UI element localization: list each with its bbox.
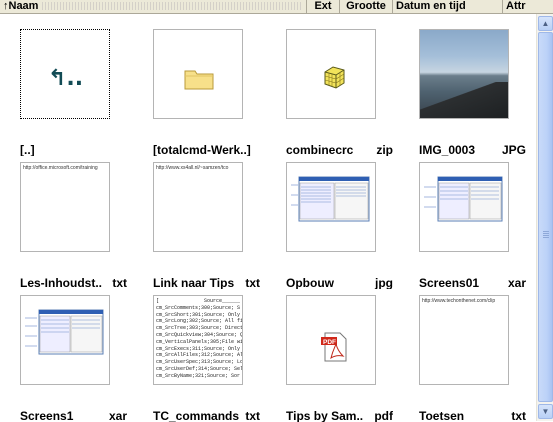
thumbnail <box>286 162 376 252</box>
column-grootte[interactable]: Grootte <box>340 0 393 13</box>
thumbnail <box>419 162 509 252</box>
file-item-link-naar-tips[interactable]: http://www.xs4all.nl/~samzen/tco Link na… <box>133 147 262 289</box>
folder-icon <box>184 70 214 90</box>
file-item-screens01[interactable]: Screens01 xar <box>399 147 528 289</box>
file-item-combinecrc[interactable]: combinecrc zip <box>266 14 395 156</box>
text-preview: [ Source______ cm_SrcComments;300;Source… <box>156 298 243 379</box>
chevron-down-icon: ▼ <box>541 407 550 416</box>
screenshot-preview <box>25 309 104 355</box>
header-fill <box>42 2 303 10</box>
file-item-screens1[interactable]: Screens1 xar <box>0 280 129 422</box>
thumbnail <box>286 29 376 119</box>
column-ext[interactable]: Ext <box>307 0 340 13</box>
updir-icon: ↰.. <box>48 66 84 91</box>
thumbnail: http://office.microsoft.com/training <box>20 162 110 252</box>
thumbnail: [ Source______ cm_SrcComments;300;Source… <box>153 295 243 385</box>
file-item-opbouw[interactable]: Opbouw jpg <box>266 147 395 289</box>
thumbnail-grid: ↰.. [..] [totalcmd-Werk..] combinecrc zip… <box>0 14 536 422</box>
file-item-toetsen[interactable]: http://www.techonthenet.com/clip Toetsen… <box>399 280 528 422</box>
thumbnail <box>419 29 509 119</box>
thumbnail: http://www.techonthenet.com/clip <box>419 295 509 385</box>
file-item-folder[interactable]: [totalcmd-Werk..] <box>133 14 262 156</box>
file-item-img-0003[interactable]: IMG_0003 JPG <box>399 14 528 156</box>
scroll-up-button[interactable]: ▲ <box>538 16 553 31</box>
vertical-scrollbar[interactable]: ▲ ▼ <box>536 14 553 421</box>
text-preview: http://www.techonthenet.com/clip <box>422 298 496 304</box>
file-item-updir[interactable]: ↰.. [..] <box>0 14 129 156</box>
chevron-up-icon: ▲ <box>541 19 550 28</box>
file-item-tc-commands[interactable]: [ Source______ cm_SrcComments;300;Source… <box>133 280 262 422</box>
pdf-icon: PDF <box>321 332 347 362</box>
scroll-down-button[interactable]: ▼ <box>538 404 553 419</box>
column-header: ↑Naam Ext Grootte Datum en tijd Attr <box>0 0 553 14</box>
screenshot-preview <box>424 176 503 222</box>
archive-icon <box>324 66 345 89</box>
scroll-thumb[interactable] <box>538 32 553 402</box>
column-attr[interactable]: Attr <box>503 0 553 13</box>
text-preview: http://www.xs4all.nl/~samzen/tco <box>156 165 229 171</box>
grip-icon <box>543 233 549 234</box>
thumbnail: PDF <box>286 295 376 385</box>
thumbnail: ↰.. <box>20 29 110 119</box>
photo-preview <box>420 30 508 118</box>
column-datum[interactable]: Datum en tijd <box>393 0 503 13</box>
screenshot-preview <box>291 176 370 222</box>
file-item-tips-by-sam[interactable]: PDF Tips by Sam.. pdf <box>266 280 395 422</box>
file-item-les-inhoudst[interactable]: http://office.microsoft.com/training Les… <box>0 147 129 289</box>
column-naam[interactable]: ↑Naam <box>0 0 307 13</box>
svg-text:PDF: PDF <box>323 339 336 346</box>
thumbnail <box>153 29 243 119</box>
thumbnail: http://www.xs4all.nl/~samzen/tco <box>153 162 243 252</box>
thumbnail <box>20 295 110 385</box>
text-preview: http://office.microsoft.com/training <box>23 165 98 171</box>
